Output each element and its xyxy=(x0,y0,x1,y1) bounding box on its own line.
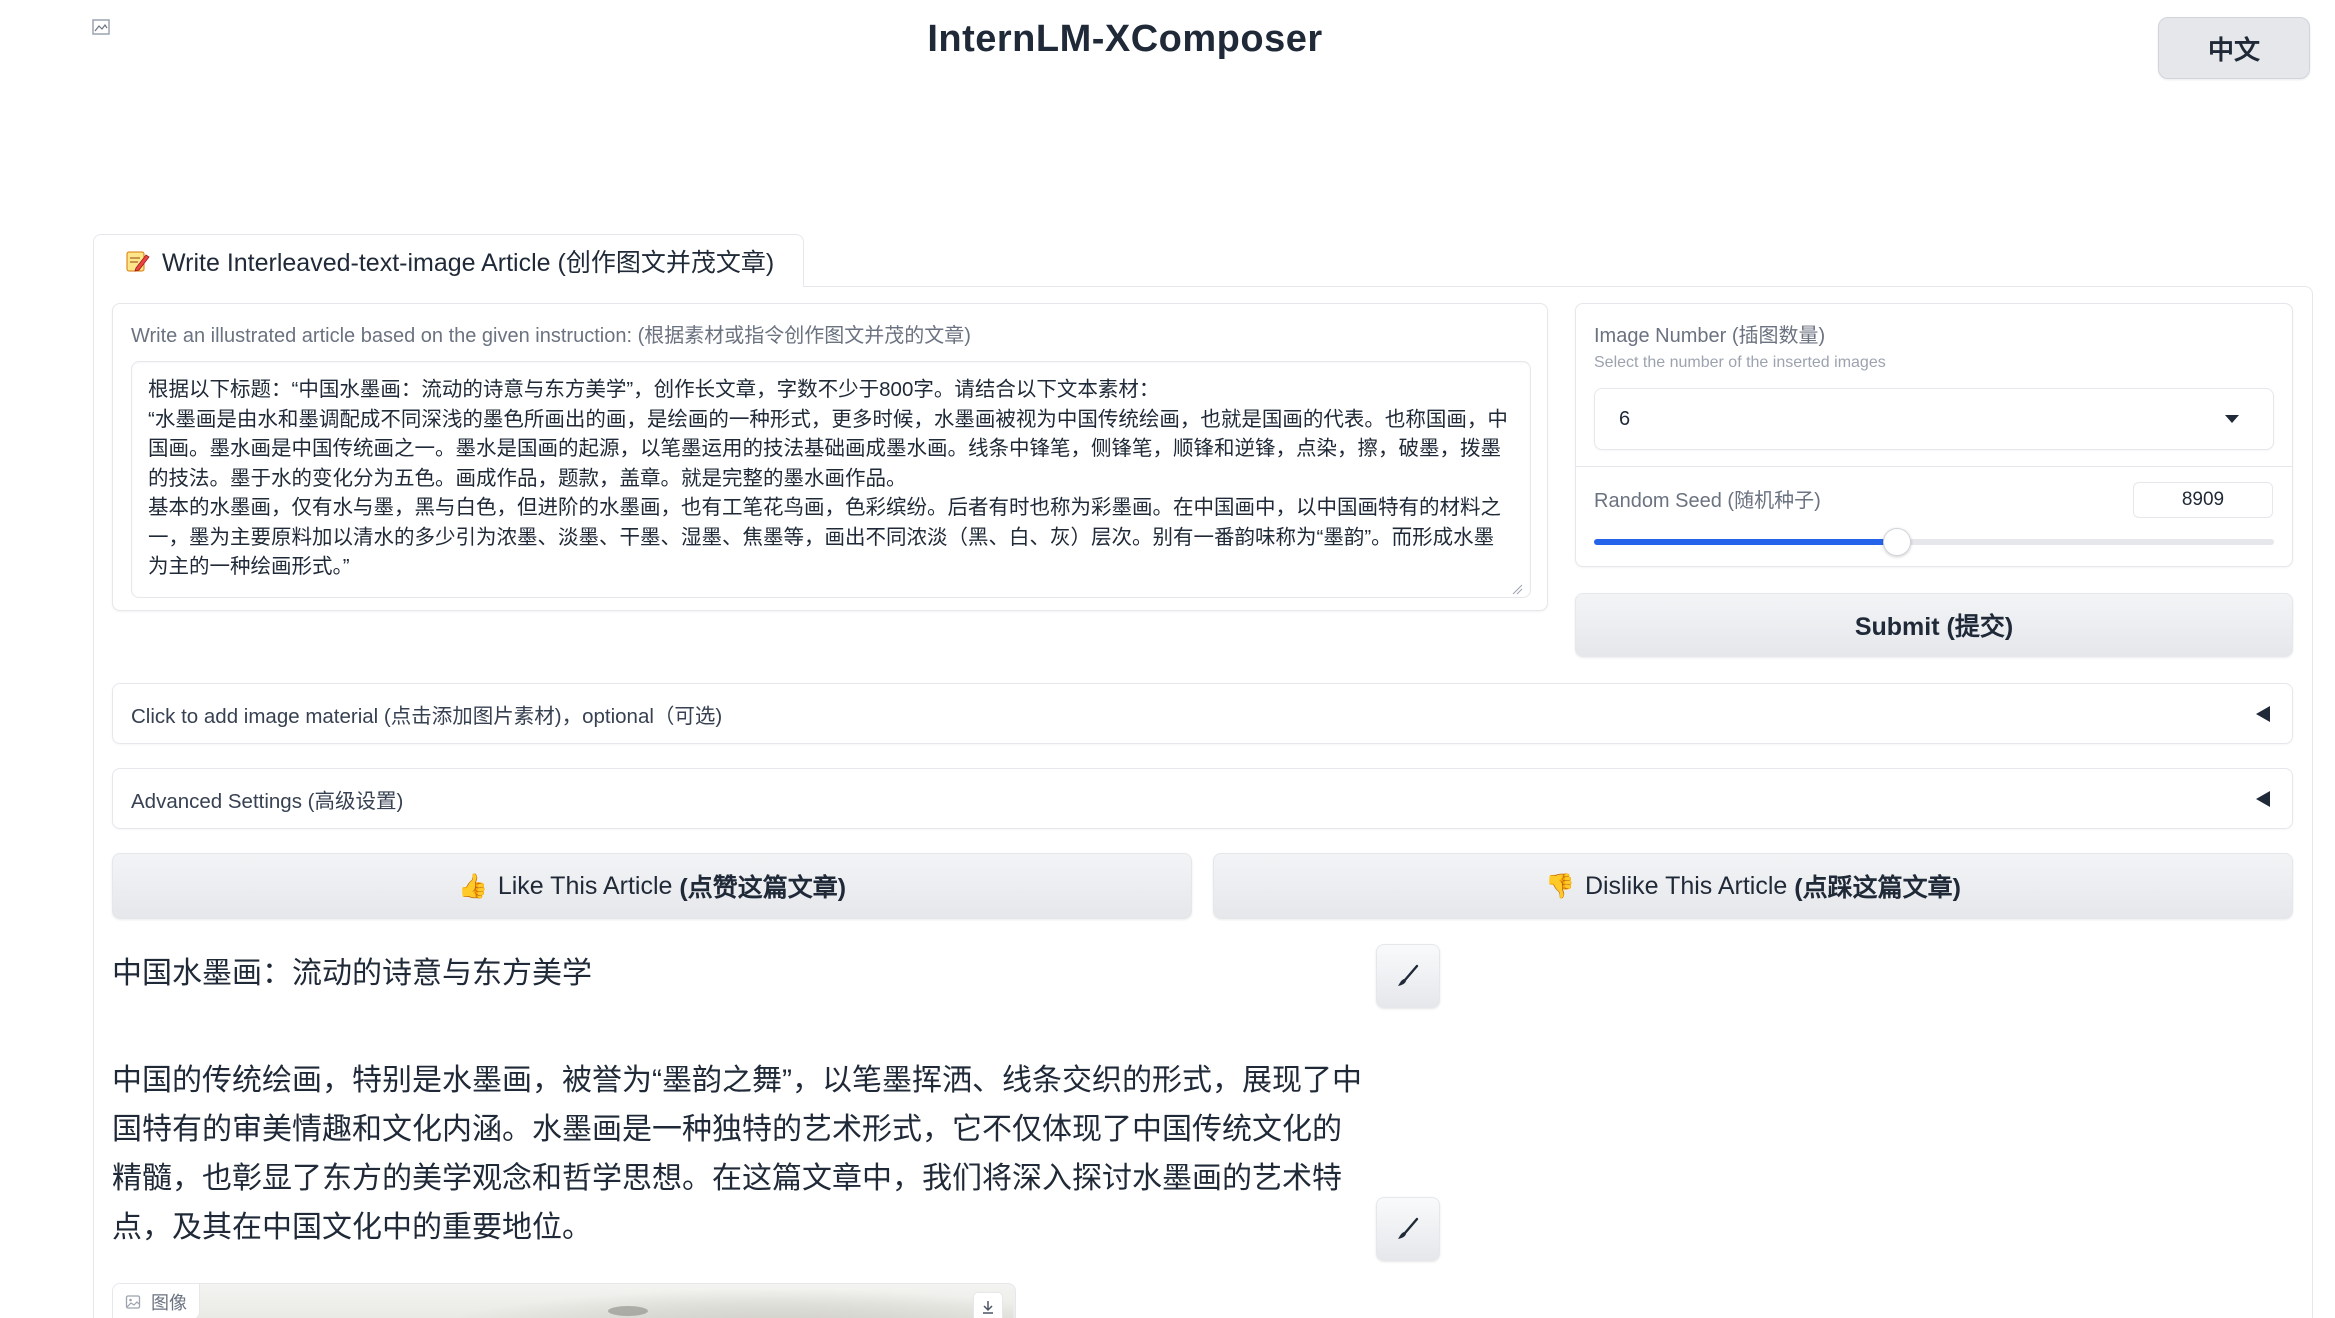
thumbs-up-icon: 👍 xyxy=(457,872,488,900)
advanced-settings-label: Advanced Settings (高级设置) xyxy=(131,789,404,813)
image-material-label: Click to add image material (点击添加图片素材)，o… xyxy=(131,704,723,728)
image-number-label: Image Number (插图数量) xyxy=(1594,325,1826,347)
settings-block: Image Number (插图数量) Select the number of… xyxy=(1575,303,2293,567)
like-article-button[interactable]: 👍 Like This Article (点赞这篇文章) xyxy=(112,853,1192,919)
ink-wash-image xyxy=(413,1288,1013,1318)
resize-grip-icon[interactable] xyxy=(1511,583,1523,595)
slider-fill xyxy=(1594,539,1897,545)
dislike-article-button[interactable]: 👎 Dislike This Article (点踩这篇文章) xyxy=(1213,853,2293,919)
advanced-settings-accordion[interactable]: Advanced Settings (高级设置) xyxy=(112,768,2293,829)
tab-label: Write Interleaved-text-image Article (创作… xyxy=(162,249,775,277)
thumbs-down-icon: 👎 xyxy=(1545,872,1575,900)
random-seed-input[interactable]: 8909 xyxy=(2133,482,2273,518)
image-icon xyxy=(125,1294,141,1309)
dislike-label: Dislike This Article xyxy=(1584,871,1788,900)
dislike-label-cn: (点踩这篇文章) xyxy=(1794,874,1961,902)
edit-heading-button[interactable] xyxy=(1376,944,1440,1008)
slider-thumb[interactable] xyxy=(1882,528,1911,556)
language-toggle-button[interactable]: 中文 xyxy=(2158,17,2310,79)
article-image: 图像 xyxy=(112,1283,1016,1318)
edit-paragraph-button[interactable] xyxy=(1376,1197,1440,1261)
image-number-value: 6 xyxy=(1619,407,1631,430)
tab-write-article[interactable]: Write Interleaved-text-image Article (创作… xyxy=(93,234,804,287)
app-title: InternLM-XComposer xyxy=(927,18,1323,60)
ink-blot xyxy=(608,1306,648,1316)
random-seed-slider[interactable] xyxy=(1594,528,2274,556)
article-heading: 中国水墨画：流动的诗意与东方美学 xyxy=(112,957,592,990)
like-label: Like This Article xyxy=(497,871,673,900)
download-button[interactable] xyxy=(973,1292,1003,1318)
instruction-block: Write an illustrated article based on th… xyxy=(112,303,1548,611)
image-number-dropdown[interactable]: 6 xyxy=(1594,388,2274,450)
image-number-info: Select the number of the inserted images xyxy=(1594,354,1886,371)
submit-button[interactable]: Submit (提交) xyxy=(1575,593,2293,657)
download-icon xyxy=(983,1301,993,1314)
expand-arrow-icon xyxy=(2256,791,2270,807)
random-seed-label: Random Seed (随机种子) xyxy=(1594,490,1821,512)
instruction-label: Write an illustrated article based on th… xyxy=(131,325,971,347)
instruction-textarea[interactable]: 根据以下标题：“中国水墨画：流动的诗意与东方美学”，创作长文章，字数不少于800… xyxy=(131,361,1531,598)
article-paragraph: 中国的传统绘画，特别是水墨画，被誉为“墨韵之舞”，以笔墨挥洒、线条交织的形式，展… xyxy=(112,1064,1362,1244)
image-badge-label: 图像 xyxy=(151,1292,187,1313)
brush-icon xyxy=(1398,1217,1419,1239)
like-label-cn: (点赞这篇文章) xyxy=(679,874,847,902)
image-badge: 图像 xyxy=(113,1284,200,1318)
expand-arrow-icon xyxy=(2256,706,2270,722)
divider xyxy=(1576,466,2292,467)
pencil-memo-icon xyxy=(126,251,150,272)
brush-icon xyxy=(1398,964,1419,986)
image-material-accordion[interactable]: Click to add image material (点击添加图片素材)，o… xyxy=(112,683,2293,744)
chevron-down-icon xyxy=(2225,415,2239,423)
